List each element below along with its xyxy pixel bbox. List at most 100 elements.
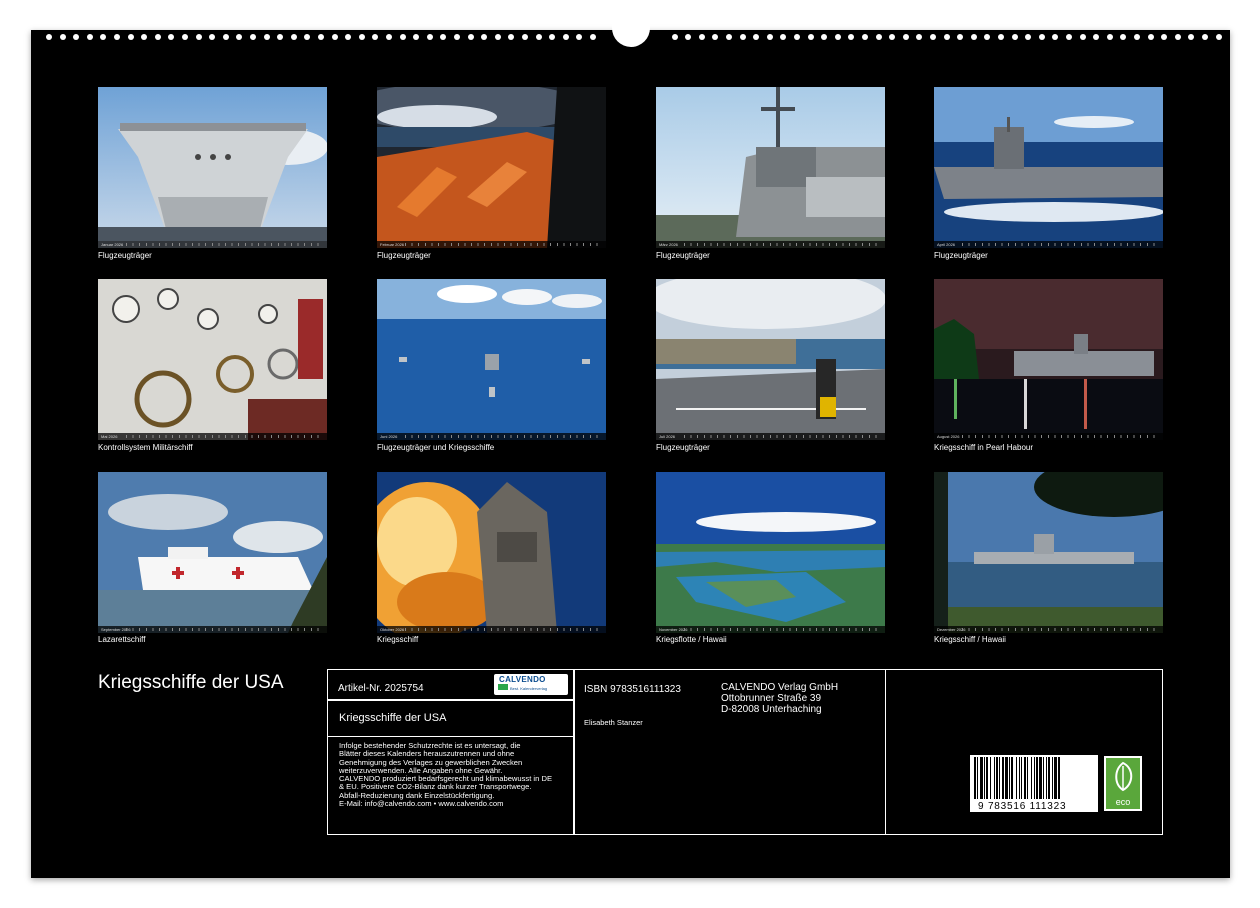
publisher-address: CALVENDO Verlag GmbH Ottobrunner Straße … xyxy=(721,682,839,715)
barcode-bar xyxy=(1043,757,1044,799)
binding-hole xyxy=(671,34,678,40)
binding-hole xyxy=(372,34,379,40)
barcode-bar xyxy=(1009,757,1010,799)
binding-hole xyxy=(1038,34,1045,40)
month-photo-august: August 2026 xyxy=(934,279,1163,440)
binding-hole xyxy=(154,34,161,40)
binding-hole xyxy=(209,34,216,40)
binding-hole xyxy=(100,34,107,40)
binding-hole xyxy=(1120,34,1127,40)
author: Elisabeth Stanzer xyxy=(584,718,643,727)
binding-hole xyxy=(413,34,420,40)
binding-hole xyxy=(998,34,1004,40)
barcode-bar xyxy=(980,757,983,799)
binding-hole xyxy=(222,34,229,40)
photo-caption: Flugzeugträger xyxy=(377,251,431,260)
barcode-bar xyxy=(1052,757,1053,799)
month-label: August 2026 xyxy=(937,434,960,439)
month-photo-february: Februar 2026 xyxy=(377,87,606,248)
month-label: Juni 2026 xyxy=(380,434,398,439)
binding-hole xyxy=(481,34,488,40)
barcode-bar xyxy=(1058,757,1060,799)
barcode-bar xyxy=(1036,757,1038,799)
binding-hole xyxy=(467,34,474,40)
barcode-bar xyxy=(1011,757,1013,799)
binding-hole xyxy=(1079,34,1086,40)
binding-hole xyxy=(1134,34,1140,40)
month-photo-december: Dezember 2026 xyxy=(934,472,1163,633)
barcode-number: 9 783516 111323 xyxy=(978,801,1067,812)
calendar-title: Kriegsschiffe der USA xyxy=(98,672,284,693)
binding-hole xyxy=(562,34,569,40)
binding-hole xyxy=(1025,34,1032,40)
barcode-bar xyxy=(1019,757,1020,799)
binding-hole xyxy=(794,34,800,40)
binding-hole xyxy=(916,34,923,40)
binding-hole xyxy=(168,34,175,40)
photo-caption: Kriegsflotte / Hawaii xyxy=(656,635,727,644)
month-photo-march: März 2026 xyxy=(656,87,885,248)
barcode-bar xyxy=(990,757,991,799)
binding-hole xyxy=(290,34,297,40)
binding-hole xyxy=(46,34,52,40)
barcode-bar xyxy=(1024,757,1026,799)
barcode-bar xyxy=(1039,757,1042,799)
barcode-bar xyxy=(1054,757,1057,799)
barcode-bar xyxy=(1016,757,1017,799)
photo-caption: Kontrollsystem Militärschiff xyxy=(98,443,193,452)
barcode-bar xyxy=(1005,757,1008,799)
month-label: März 2026 xyxy=(659,242,678,247)
binding-hole xyxy=(766,34,773,40)
binding-hole xyxy=(250,34,256,40)
barcode-bar xyxy=(1048,757,1050,799)
month-label: Juli 2026 xyxy=(659,434,676,439)
month-label: Mai 2026 xyxy=(101,434,118,439)
binding-hole xyxy=(576,34,583,40)
binding-hole xyxy=(698,34,705,40)
binding-hole xyxy=(590,34,596,40)
binding-hole xyxy=(685,34,692,40)
barcode-bar xyxy=(986,757,988,799)
binding-hole xyxy=(1188,34,1195,40)
month-photo-july: Juli 2026 xyxy=(656,279,885,440)
isbn-barcode: 9 783516 111323 xyxy=(970,755,1098,812)
binding-hole xyxy=(943,34,950,40)
binding-hole xyxy=(1147,34,1154,40)
photo-caption: Lazarettschiff xyxy=(98,635,146,644)
binding-hole xyxy=(780,34,787,40)
binding-hole xyxy=(59,34,66,40)
calvendo-logo: CALVENDO Best. Kalenderverlag xyxy=(494,674,568,695)
month-photo-november: November 2026 xyxy=(656,472,885,633)
legal-notice: Infolge bestehender Schutzrechte ist es … xyxy=(339,741,553,809)
month-label: Oktober 2026 xyxy=(380,627,405,632)
binding-hole xyxy=(1202,34,1208,40)
binding-hole xyxy=(902,34,909,40)
binding-hole xyxy=(1066,34,1072,40)
binding-hole xyxy=(345,34,352,40)
photo-caption: Kriegsschiff / Hawaii xyxy=(934,635,1006,644)
binding-hole xyxy=(454,34,460,40)
binding-hole xyxy=(848,34,855,40)
binding-hole xyxy=(508,34,515,40)
month-label: Januar 2026 xyxy=(101,242,124,247)
month-photo-september: September 2026 xyxy=(98,472,327,633)
binding-hole xyxy=(875,34,882,40)
month-photo-june: Juni 2026 xyxy=(377,279,606,440)
binding-hole xyxy=(277,34,284,40)
binding-hole xyxy=(753,34,760,40)
leaf-icon xyxy=(1115,761,1133,792)
binding-hole xyxy=(399,34,406,40)
binding-hole xyxy=(862,34,868,40)
barcode-bar xyxy=(1002,757,1004,799)
binding-hole xyxy=(984,34,991,40)
barcode-bar xyxy=(999,757,1000,799)
binding-hole xyxy=(807,34,814,40)
binding-hole xyxy=(522,34,528,40)
binding-hole xyxy=(358,34,365,40)
barcode-bar xyxy=(984,757,985,799)
binding-hole xyxy=(1052,34,1059,40)
binding-hole xyxy=(426,34,433,40)
photo-caption: Flugzeugträger und Kriegsschiffe xyxy=(377,443,495,452)
product-title: Kriegsschiffe der USA xyxy=(339,712,447,724)
photo-caption: Flugzeugträger xyxy=(98,251,152,260)
